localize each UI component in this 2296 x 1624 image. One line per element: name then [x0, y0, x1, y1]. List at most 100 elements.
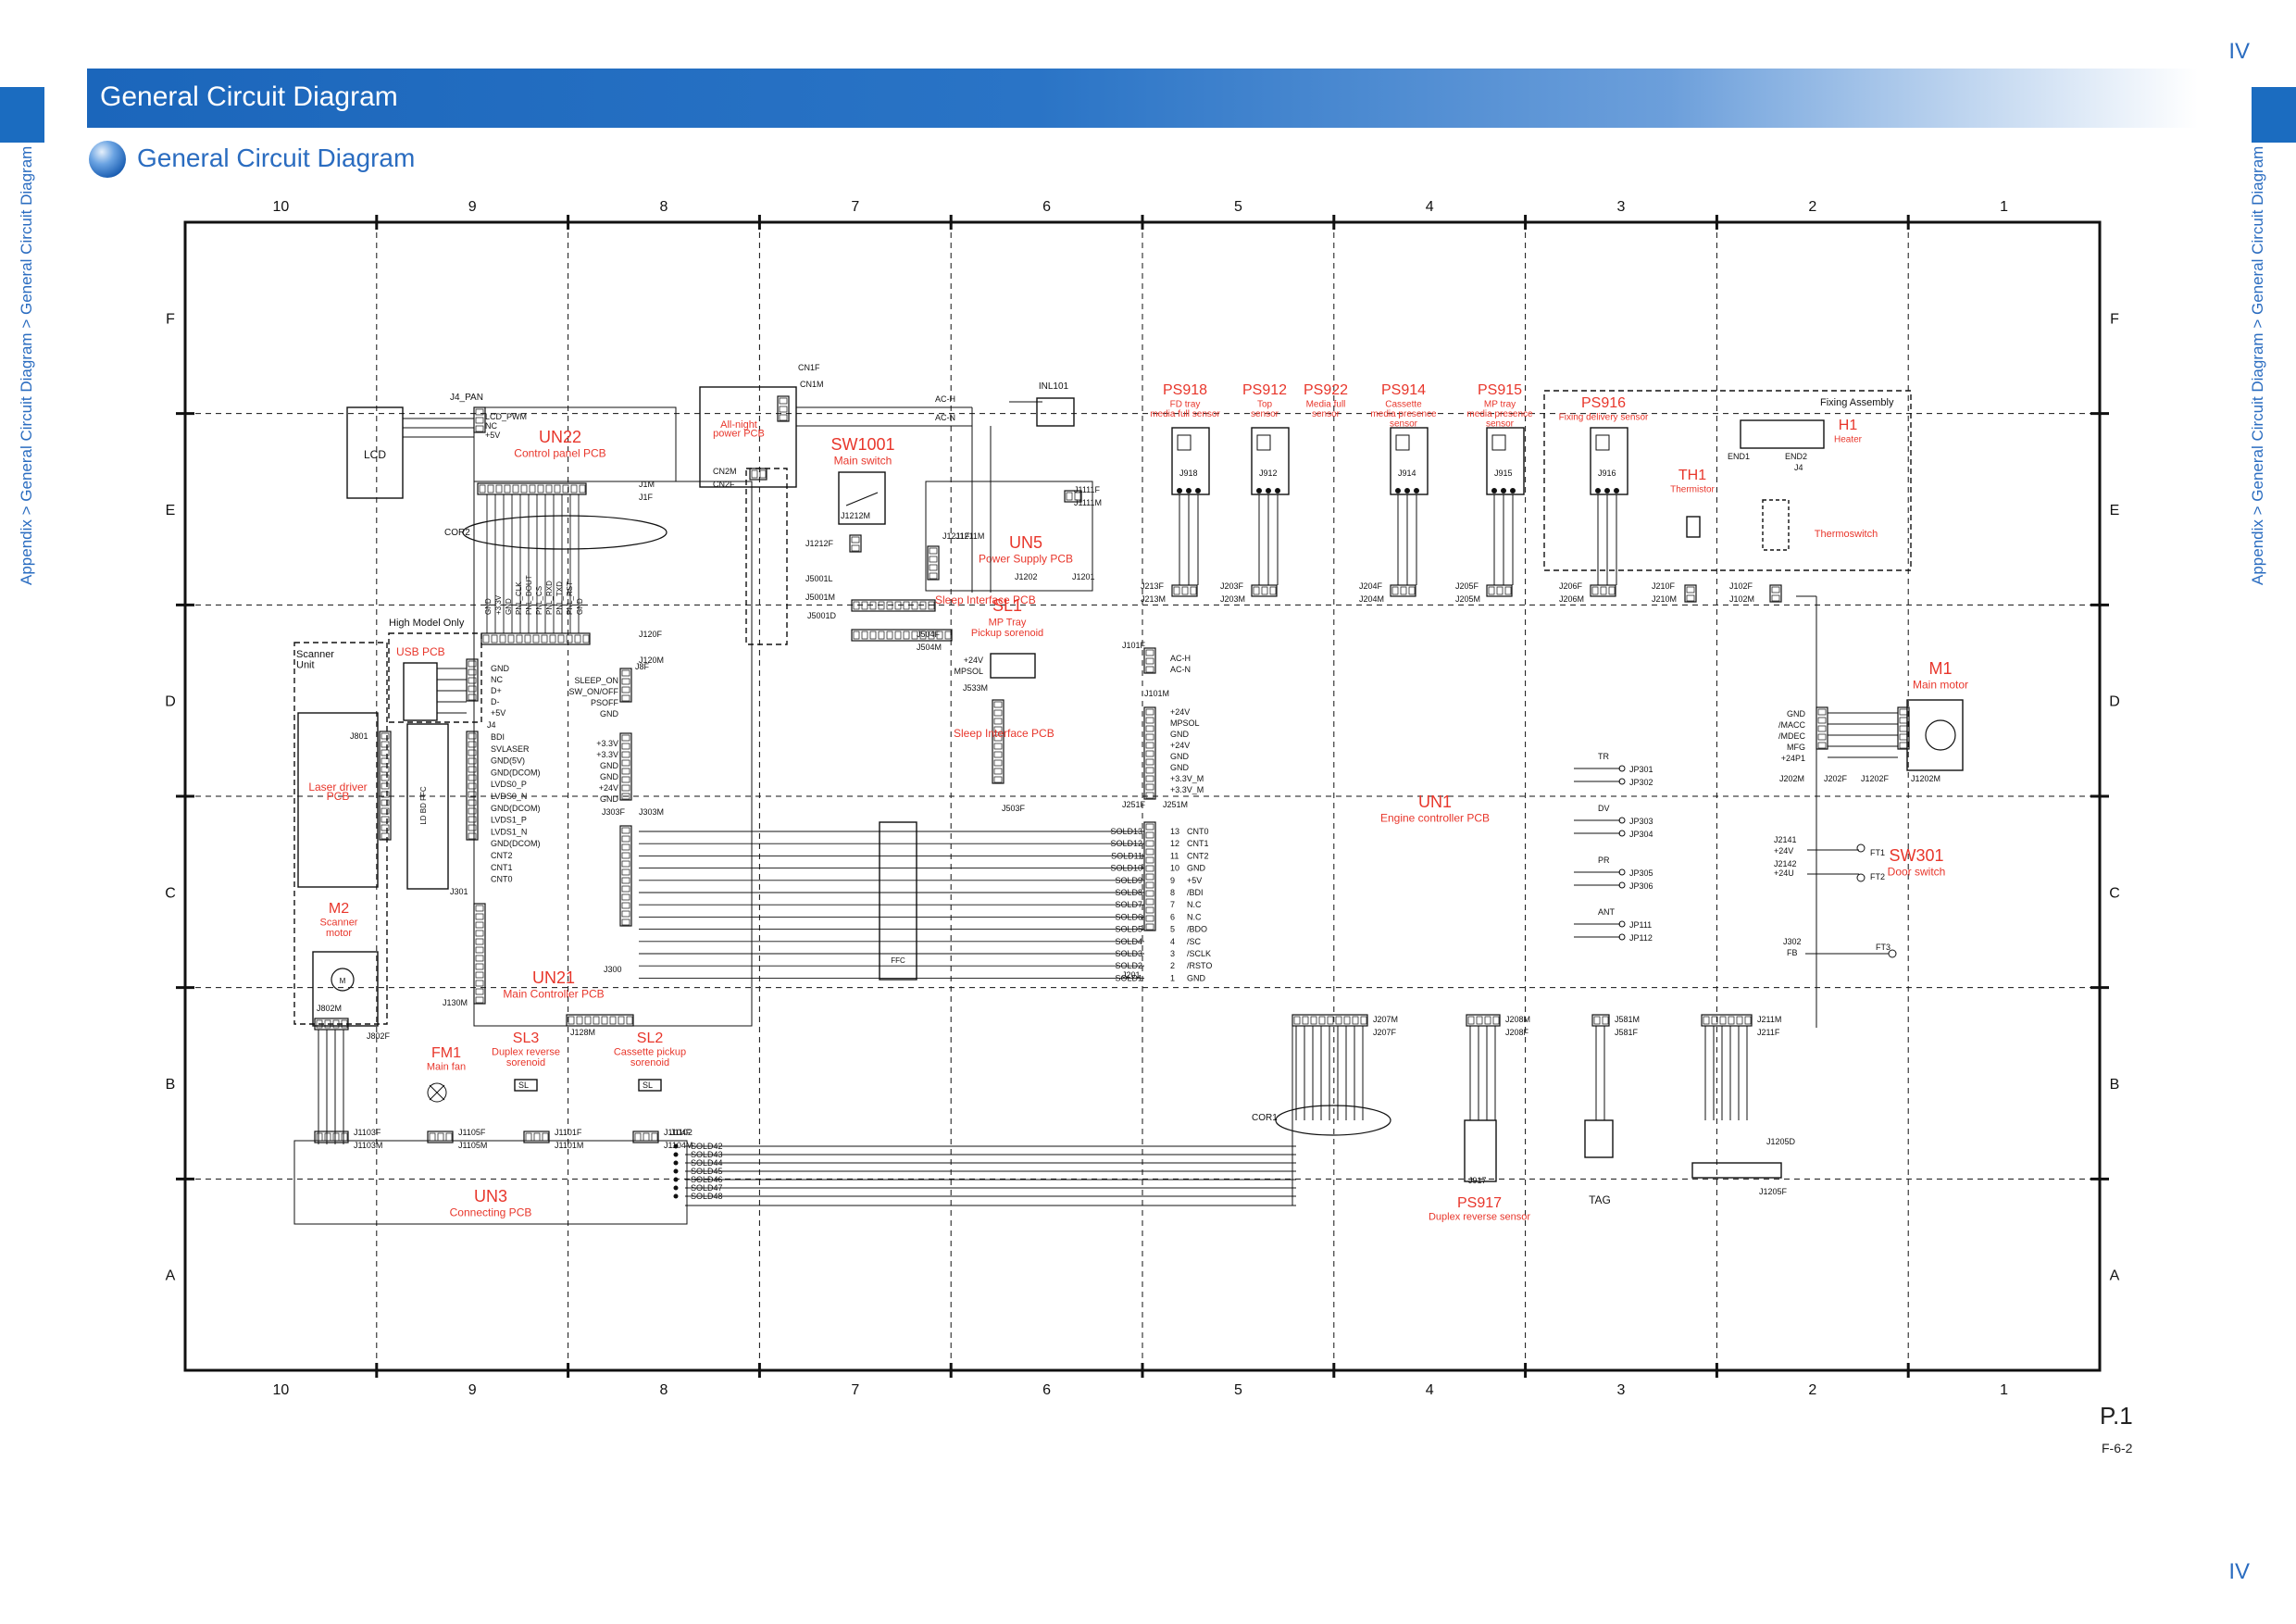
- connector-pin: [568, 1016, 575, 1025]
- connector-pin: [1145, 792, 1154, 799]
- connector-pin: [381, 741, 390, 748]
- connector-label: J1202M: [1911, 774, 1940, 783]
- connector-pin: [1400, 586, 1407, 595]
- connector-pin: [621, 751, 630, 758]
- grid-col-label-bottom: 3: [1617, 1382, 1626, 1398]
- connector-pin: [993, 751, 1003, 758]
- connector-pin: [468, 685, 477, 693]
- grid-row-label-right: F: [2110, 311, 2119, 327]
- connector-label: CNT0: [1187, 827, 1209, 836]
- connector-pin: [894, 631, 902, 640]
- connector-pin: [1602, 1016, 1609, 1025]
- connector-pin: [861, 631, 868, 640]
- connector-pin: [993, 743, 1003, 750]
- panel-signal: PNL_CS: [535, 586, 543, 615]
- connector-label: 7: [1170, 900, 1175, 909]
- connector-label: CNT0: [491, 875, 513, 884]
- connector-label: CNT1: [491, 863, 513, 872]
- connector-pin: [381, 816, 390, 823]
- grid-row-label-left: A: [166, 1268, 176, 1284]
- connector-label: J101F: [1122, 641, 1146, 650]
- connector-pin: [475, 938, 484, 945]
- connector-pin: [468, 749, 477, 756]
- connector-pin: [1261, 586, 1268, 595]
- panel-signal: PNL_DOUT: [525, 575, 533, 615]
- connector-label: J1105M: [458, 1141, 487, 1150]
- connector-pin: [468, 807, 477, 815]
- ft3-terminal: [1888, 949, 1897, 958]
- connector-label: DV: [1598, 804, 1610, 813]
- sensor-icon: [1256, 434, 1271, 451]
- component-desc: Thermistor: [1670, 485, 1715, 495]
- connector-label: JP304: [1629, 830, 1653, 839]
- connector-label: J581M: [1615, 1015, 1640, 1024]
- connector-pin: [1335, 1016, 1342, 1025]
- connector-pin: [324, 1132, 331, 1142]
- connector-pin: [1302, 1016, 1309, 1025]
- connector-label: J251M: [1163, 800, 1188, 809]
- connector-label: /BDI: [1187, 888, 1204, 897]
- connector-label: J207F: [1373, 1028, 1397, 1037]
- connector-label: SOLD2: [1115, 961, 1142, 970]
- connector-pin: [1488, 586, 1495, 595]
- cor2-bundle: [462, 515, 668, 550]
- connector-label: LCD_PWM: [485, 412, 527, 421]
- connector-pin: [869, 601, 877, 610]
- connector-label: J8F: [635, 662, 650, 671]
- scanner-unit-label: Scanner: [296, 649, 334, 660]
- connector-pin: [1145, 717, 1154, 724]
- connector-label: +24V: [599, 783, 618, 793]
- connector-label: +5V: [1187, 876, 1202, 885]
- sensor-pin: [1604, 488, 1610, 493]
- connector-label: LVDS1_P: [491, 816, 527, 825]
- connector-label: +24V: [1170, 707, 1190, 717]
- component-desc: Main fan: [427, 1062, 466, 1073]
- component-desc: Engine controller PCB: [1380, 811, 1490, 824]
- connector-pin: [1391, 586, 1399, 595]
- connector-pin: [1145, 848, 1154, 856]
- motor-glyph: M: [340, 977, 346, 985]
- connector-label: J251F: [1122, 800, 1146, 809]
- connector-label: J208F: [1505, 1028, 1529, 1037]
- panel-signal: GND: [484, 598, 493, 615]
- connector-pin: [475, 921, 484, 929]
- connector-label: J302: [1783, 937, 1802, 946]
- connector-pin: [381, 824, 390, 831]
- connector-pin: [475, 963, 484, 970]
- connector-pin: [886, 631, 893, 640]
- connector-label: JP301: [1629, 765, 1653, 774]
- connector-label: J206M: [1559, 594, 1584, 604]
- connector-pin: [853, 601, 860, 610]
- connector-pin: [468, 799, 477, 806]
- connector-label: +3.3V: [596, 739, 618, 748]
- grid-col-label-bottom: 5: [1234, 1382, 1242, 1398]
- connector-label: /RSTO: [1187, 961, 1212, 970]
- connector-label: J1202F: [1861, 774, 1890, 783]
- connector-pin: [759, 469, 767, 479]
- connector-pin: [851, 544, 860, 552]
- connector-pin: [993, 776, 1003, 783]
- connector-pin: [1293, 1016, 1301, 1025]
- connector-pin: [621, 768, 630, 775]
- connector-label: D-: [491, 697, 500, 706]
- component-id: PS917: [1457, 1195, 1502, 1211]
- component-id: SW1001: [830, 435, 894, 454]
- grid-row-label-right: A: [2110, 1268, 2120, 1284]
- component-id: UN21: [532, 968, 575, 987]
- connector-pin: [993, 709, 1003, 717]
- panel-signal: GND: [505, 598, 513, 615]
- connector-pin: [626, 1016, 633, 1025]
- inl101-label: INL101: [1039, 381, 1069, 392]
- connector-pin: [468, 732, 477, 740]
- connector-label: SOLD6: [1115, 912, 1142, 921]
- connector-label: J5001D: [807, 611, 837, 620]
- m2-box: [312, 951, 379, 1027]
- sensor-pin: [1266, 488, 1271, 493]
- circuit-diagram: 1010998877665544332211F FE ED DC CB BA ALCDJ4_…: [165, 199, 2120, 1398]
- sensor-pin: [1510, 488, 1516, 493]
- connector-pin: [621, 734, 630, 742]
- connector-label: GND: [1170, 730, 1190, 739]
- connector-label: SOLD4: [1115, 937, 1142, 946]
- connector-label: J301: [450, 887, 468, 896]
- component-id: SL3: [513, 1031, 540, 1046]
